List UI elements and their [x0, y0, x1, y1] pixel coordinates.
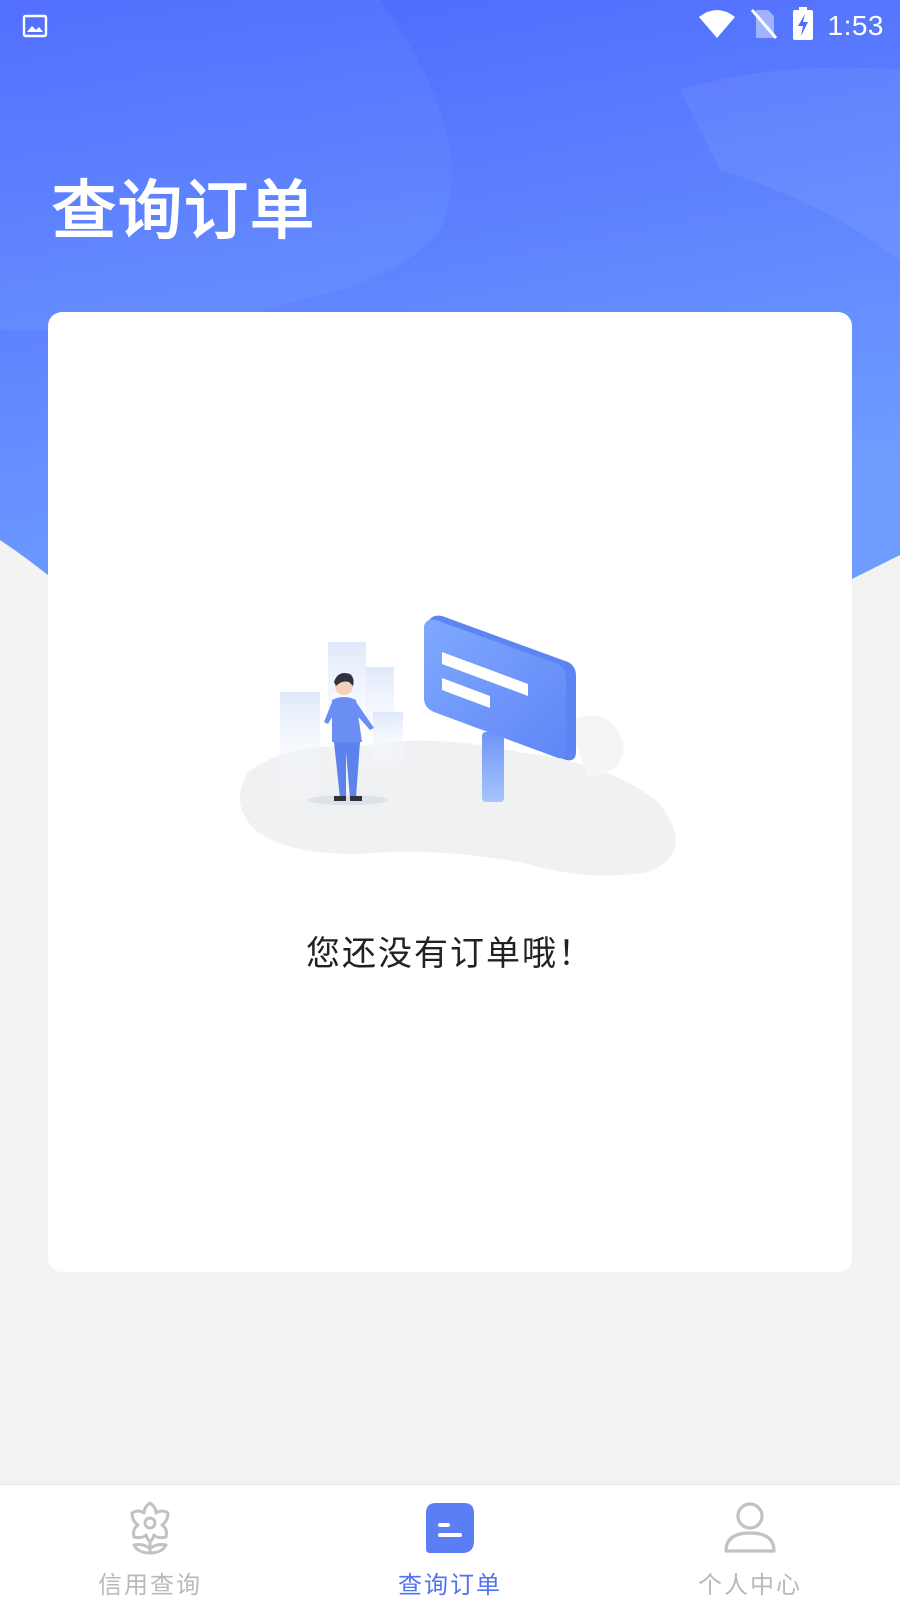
- empty-orders-illustration: [228, 602, 688, 896]
- status-time: 1:53: [827, 10, 884, 41]
- bottom-nav: 信用查询 查询订单 个人中心: [0, 1484, 900, 1600]
- nav-label-personal-center: 个人中心: [698, 1571, 802, 1599]
- battery-charging-icon: [792, 7, 814, 45]
- app-screen: 1:53 查询订单 您还没有订单哦！ 信用查询 查询订单 个人中心: [0, 0, 900, 1600]
- nav-item-query-orders[interactable]: 查询订单: [300, 1485, 600, 1600]
- empty-state-message: 您还没有订单哦！: [306, 934, 594, 974]
- orders-card: 您还没有订单哦！: [48, 312, 852, 1272]
- status-bar: 1:53: [0, 0, 900, 52]
- nav-label-query-orders: 查询订单: [398, 1571, 502, 1599]
- page-title: 查询订单: [52, 175, 316, 249]
- order-icon: [420, 1497, 480, 1557]
- nav-item-personal-center[interactable]: 个人中心: [600, 1485, 900, 1600]
- image-icon: [22, 13, 48, 39]
- wifi-icon: [698, 9, 736, 43]
- no-sim-icon: [750, 8, 778, 44]
- nav-label-credit-query: 信用查询: [98, 1571, 202, 1599]
- flower-icon: [120, 1497, 180, 1557]
- user-icon: [720, 1497, 780, 1557]
- nav-item-credit-query[interactable]: 信用查询: [0, 1485, 300, 1600]
